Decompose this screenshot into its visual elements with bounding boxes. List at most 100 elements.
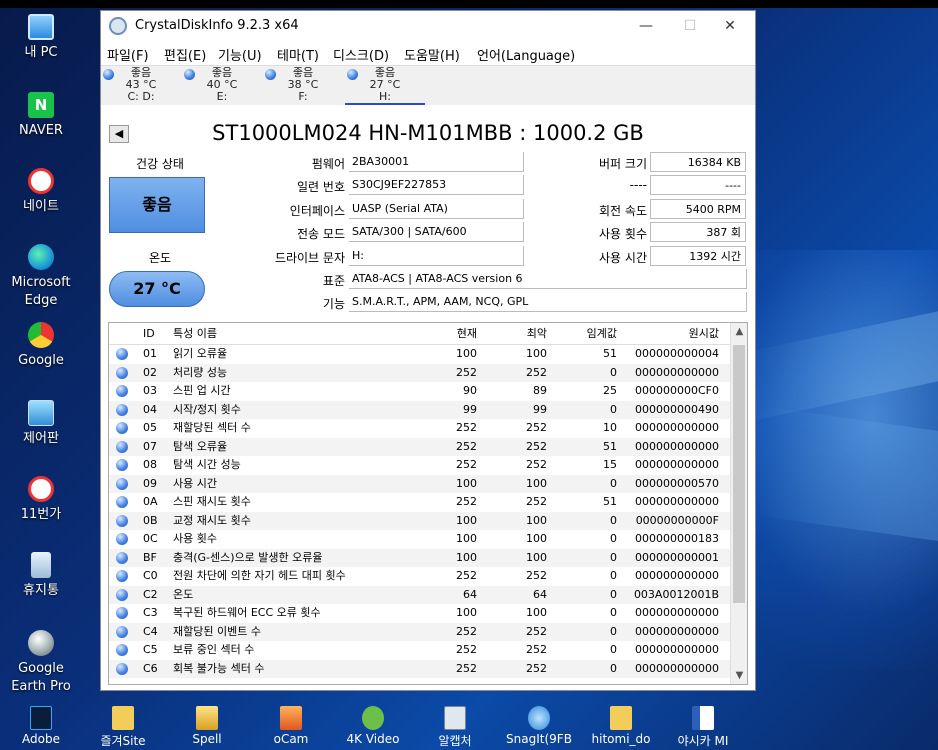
- cell-raw-value: 000000000000: [635, 421, 719, 434]
- desktop-icon-label: 네이트: [23, 199, 59, 214]
- desktop-icon-my-pc[interactable]: 내 PC: [0, 14, 82, 62]
- col-id[interactable]: ID: [143, 323, 155, 345]
- close-button[interactable]: ✕: [715, 15, 745, 37]
- desktop-icon-hitomi-folder[interactable]: hitomi_do: [586, 706, 656, 746]
- col-attribute-name[interactable]: 특성 이름: [173, 323, 217, 345]
- table-row[interactable]: 01 읽기 오류율 100 100 51 000000000004: [109, 345, 747, 364]
- table-row[interactable]: C0 전원 차단에 의한 자기 헤드 대피 횟수 252 252 0 0000000000…: [109, 567, 747, 586]
- desktop-icon-word-doc[interactable]: 야시카 MI: [668, 706, 738, 749]
- disk-tab-f[interactable]: 좋음 38 °C F:: [263, 67, 343, 105]
- cell-threshold: 0: [610, 402, 617, 416]
- cell-worst: 100: [526, 476, 547, 490]
- table-row[interactable]: BF 충격(G-센스)으로 발생한 오류율 100 100 0 000000000001: [109, 548, 747, 567]
- menu-theme[interactable]: 테마(T): [277, 45, 319, 64]
- cell-worst: 252: [526, 439, 547, 453]
- cell-worst: 252: [526, 458, 547, 471]
- cell-raw-value: 000000000490: [635, 402, 719, 416]
- cell-threshold: 0: [610, 532, 617, 545]
- cell-current: 90: [463, 384, 477, 397]
- desktop-icon-ocam[interactable]: oCam: [256, 706, 326, 746]
- desktop-icon-spell[interactable]: Spell: [172, 706, 242, 746]
- desktop-icon-google-earth[interactable]: Google Earth Pro: [0, 630, 82, 696]
- scrollbar-thumb[interactable]: [733, 345, 745, 603]
- nate-icon: [28, 168, 54, 194]
- cell-worst: 252: [526, 421, 547, 434]
- cell-attribute-name: 온도: [173, 587, 194, 601]
- desktop-icon-snagit[interactable]: SnagIt(9FB: [504, 706, 574, 746]
- desktop-icon-adobe[interactable]: Adobe: [6, 706, 76, 746]
- drive-letter-value: H:: [349, 246, 524, 266]
- table-row[interactable]: 07 탐색 오류율 252 252 51 000000000000: [109, 437, 747, 456]
- col-raw-value[interactable]: 원시값: [619, 323, 719, 345]
- table-row[interactable]: C5 보류 중인 섹터 수 252 252 0 000000000000: [109, 641, 747, 660]
- desktop-icon-naver[interactable]: N NAVER: [0, 92, 82, 140]
- title-bar[interactable]: CrystalDiskInfo 9.2.3 x64 — ☐ ✕: [101, 11, 755, 41]
- col-worst[interactable]: 최악: [479, 323, 547, 345]
- smart-attribute-table[interactable]: ID 특성 이름 현재 최악 임계값 원시값 01 읽기 오류율 100 100 51 0…: [108, 322, 748, 685]
- desktop-icon-alcapture[interactable]: 알캡처: [420, 706, 490, 749]
- scroll-down-icon[interactable]: ▼: [731, 670, 747, 681]
- cell-worst: 252: [526, 624, 547, 638]
- table-row[interactable]: 09 사용 시간 100 100 0 000000000570: [109, 474, 747, 493]
- table-row[interactable]: 0A 스핀 재시도 횟수 252 252 51 000000000000: [109, 493, 747, 512]
- unused-label: ----: [629, 178, 647, 192]
- table-row[interactable]: 08 탐색 시간 성능 252 252 15 000000000000: [109, 456, 747, 475]
- table-header: ID 특성 이름 현재 최악 임계값 원시값: [109, 323, 747, 345]
- rotation-rate-value: 5400 RPM: [650, 199, 746, 219]
- scroll-up-icon[interactable]: ▲: [731, 326, 747, 337]
- cell-id: 05: [143, 421, 157, 434]
- col-current[interactable]: 현재: [409, 323, 477, 345]
- cell-raw-value: 000000000000: [635, 661, 719, 675]
- cell-raw-value: 000000000000: [635, 495, 719, 508]
- health-status-badge[interactable]: 좋음: [109, 177, 205, 233]
- table-row[interactable]: 0B 교정 재시도 횟수 100 100 0 00000000000F: [109, 511, 747, 530]
- table-row[interactable]: C3 복구된 하드웨어 ECC 오류 횟수 100 100 0 000000000000: [109, 604, 747, 623]
- menu-language[interactable]: 언어(Language): [477, 45, 575, 64]
- status-ball-icon: [347, 69, 358, 80]
- desktop-icon-nate[interactable]: 네이트: [0, 168, 82, 216]
- table-row[interactable]: 05 재할당된 섹터 수 252 252 10 000000000000: [109, 419, 747, 438]
- cell-id: 03: [143, 384, 157, 397]
- table-row[interactable]: 03 스핀 업 시간 90 89 25 000000000CF0: [109, 382, 747, 401]
- desktop-icon-4k-video[interactable]: 4K Video: [338, 706, 408, 746]
- table-scrollbar[interactable]: ▲ ▼: [730, 323, 747, 684]
- interface-label: 인터페이스: [289, 204, 345, 218]
- table-row[interactable]: 02 처리량 성능 252 252 0 000000000000: [109, 363, 747, 382]
- desktop-icon-11st[interactable]: 11번가: [0, 476, 82, 524]
- desktop-icon-label: oCam: [273, 732, 309, 746]
- desktop-icon-google[interactable]: Google: [0, 322, 82, 370]
- col-threshold[interactable]: 임계값: [549, 323, 617, 345]
- cell-worst: 252: [526, 495, 547, 508]
- minimize-button[interactable]: —: [631, 15, 661, 37]
- menu-edit[interactable]: 편집(E): [164, 45, 206, 64]
- maximize-button[interactable]: ☐: [675, 15, 705, 37]
- desktop-icon-favorites-folder[interactable]: 즐겨Site: [88, 706, 158, 749]
- table-row[interactable]: C6 회복 불가능 섹터 수 252 252 0 000000000000: [109, 659, 747, 678]
- menu-disk[interactable]: 디스크(D): [333, 45, 389, 64]
- table-row[interactable]: 0C 사용 횟수 100 100 0 000000000183: [109, 530, 747, 549]
- disk-tab-c[interactable]: 좋음 43 °C C: D:: [101, 67, 181, 105]
- menu-function[interactable]: 기능(U): [218, 45, 262, 64]
- desktop-icon-recycle-bin[interactable]: 휴지통: [0, 552, 82, 600]
- control-panel-icon: [28, 400, 54, 426]
- cell-raw-value: 000000000000: [635, 569, 719, 582]
- computer-icon: [28, 14, 54, 40]
- desktop-icon-label: 휴지통: [23, 583, 59, 598]
- disk-tab-e[interactable]: 좋음 40 °C E:: [182, 67, 262, 105]
- cell-attribute-name: 사용 시간: [173, 476, 217, 490]
- menu-file[interactable]: 파일(F): [107, 45, 149, 64]
- cell-raw-value: 003A0012001B: [633, 587, 719, 601]
- table-row[interactable]: 04 시작/정지 횟수 99 99 0 000000000490: [109, 400, 747, 419]
- disk-letters: E:: [216, 90, 228, 103]
- disk-tab-h[interactable]: 좋음 27 °C H:: [345, 67, 425, 105]
- firmware-label: 펌웨어: [311, 157, 345, 171]
- temperature-label: 온도: [148, 251, 172, 265]
- desktop-icon-control-panel[interactable]: 제어판: [0, 400, 82, 448]
- table-row[interactable]: C4 재할당된 이벤트 수 252 252 0 000000000000: [109, 622, 747, 641]
- menu-help[interactable]: 도움말(H): [404, 45, 460, 64]
- temperature-badge[interactable]: 27 °C: [109, 271, 205, 307]
- desktop-icon-edge[interactable]: Microsoft Edge: [0, 244, 82, 310]
- table-row[interactable]: C2 온도 64 64 0 003A0012001B: [109, 585, 747, 604]
- transfer-mode-label: 전송 모드: [297, 227, 345, 241]
- unused-value: ----: [650, 175, 746, 195]
